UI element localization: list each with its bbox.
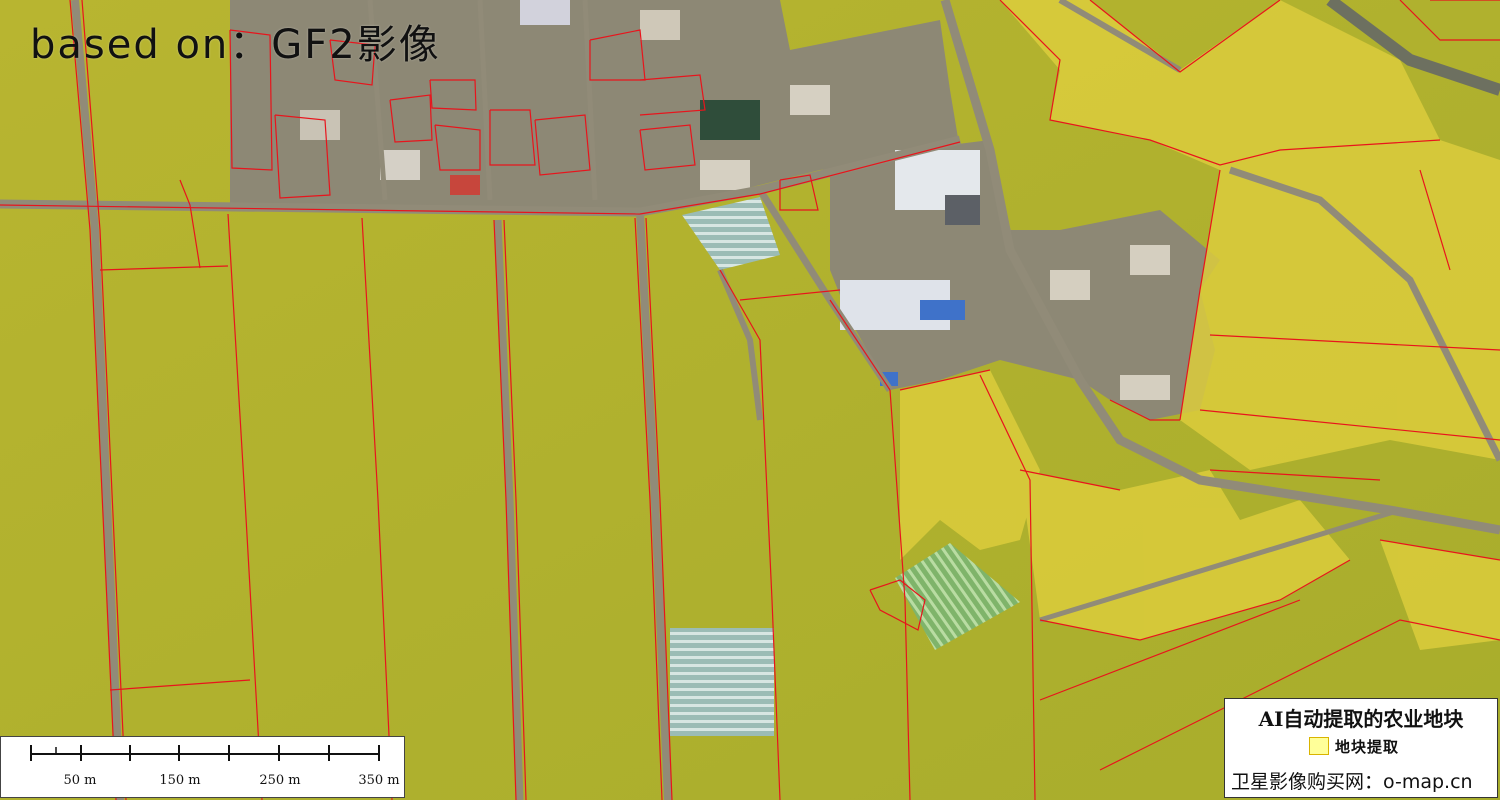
scale-label-50m: 50 m <box>63 773 97 788</box>
scale-label-250m: 250 m <box>259 773 301 788</box>
map-legend: AI自动提取的农业地块 地块提取 卫星影像购买网：o-map.cn <box>1224 698 1498 798</box>
scale-label-350m: 350 m <box>358 773 400 788</box>
legend-swatch-parcel <box>1309 737 1329 755</box>
scale-bar: 50 m 150 m 250 m 350 m <box>0 736 405 798</box>
satellite-map[interactable]: based on：GF2影像 50 m 150 m 250 m 350 m AI… <box>0 0 1500 800</box>
greenhouse-patch <box>670 628 774 736</box>
map-imagery <box>0 0 1500 800</box>
scale-bar-graphic <box>30 745 380 761</box>
scale-label-150m: 150 m <box>159 773 201 788</box>
map-overlay-title: based on：GF2影像 <box>30 22 441 68</box>
legend-item-label: 地块提取 <box>1335 738 1400 756</box>
legend-site-text: 卫星影像购买网：o-map.cn <box>1231 771 1473 793</box>
legend-title: AI自动提取的农业地块 <box>1258 707 1464 731</box>
